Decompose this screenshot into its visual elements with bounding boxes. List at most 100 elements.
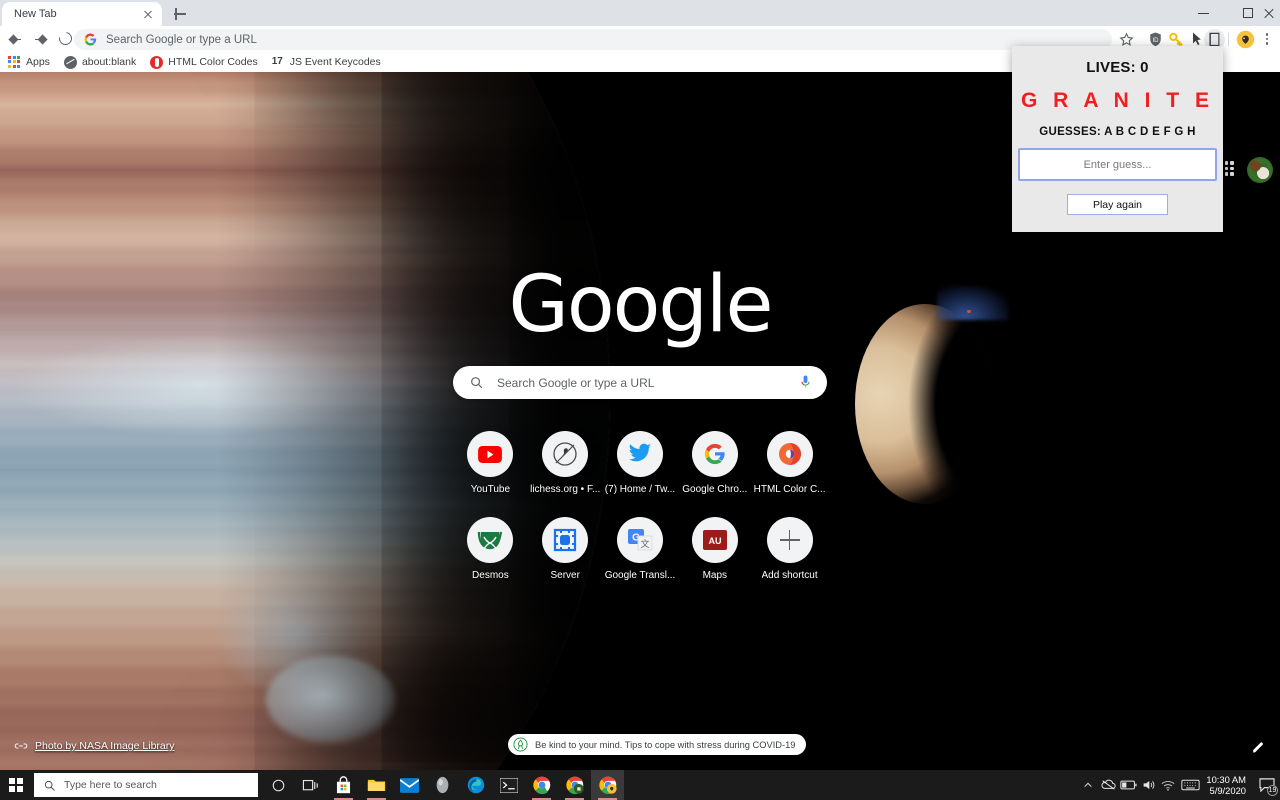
shortcuts-row: YouTube lichess.org • F... (7) Home / Tw… bbox=[453, 423, 827, 498]
search-icon bbox=[471, 377, 483, 389]
reload-icon[interactable] bbox=[56, 29, 76, 49]
bookmark-about-blank[interactable]: about:blank bbox=[58, 53, 142, 71]
html-color-codes-icon bbox=[766, 431, 813, 477]
avatar-icon[interactable] bbox=[1235, 29, 1256, 50]
close-window-button[interactable] bbox=[1258, 0, 1280, 26]
clock[interactable]: 10:30 AM 5/9/2020 bbox=[1206, 774, 1246, 796]
shortcut-html-color-codes[interactable]: HTML Color C... bbox=[752, 423, 827, 498]
bookmark-label: JS Event Keycodes bbox=[289, 56, 381, 68]
notification-count: 19 bbox=[1267, 785, 1278, 796]
notifications-button[interactable]: 19 bbox=[1254, 770, 1280, 800]
microsoft-edge-icon[interactable] bbox=[459, 770, 492, 800]
google-g-icon bbox=[84, 33, 97, 46]
unknown-gray-icon[interactable] bbox=[426, 770, 459, 800]
omnibox[interactable]: Search Google or type a URL bbox=[74, 29, 1112, 50]
apps-grid-icon bbox=[8, 55, 21, 69]
guesses-label: GUESSES: A B C D E F G H bbox=[1039, 126, 1196, 138]
taskbar-search-input[interactable]: Type here to search bbox=[34, 773, 258, 797]
play-again-button[interactable]: Play again bbox=[1067, 194, 1168, 215]
shortcut-label: Maps bbox=[702, 570, 728, 581]
shortcut-label: Google Transl... bbox=[604, 570, 676, 581]
battery-icon[interactable] bbox=[1118, 770, 1138, 800]
cortana-icon[interactable] bbox=[262, 770, 295, 800]
shortcut-google-chrome[interactable]: Google Chro... bbox=[677, 423, 752, 498]
chrome-icon[interactable] bbox=[525, 770, 558, 800]
windows-logo-icon bbox=[9, 778, 23, 792]
hangman-extension-popup: LIVES: 0 G R A N I T E GUESSES: A B C D … bbox=[1012, 46, 1223, 232]
shortcut-twitter[interactable]: (7) Home / Tw... bbox=[603, 423, 678, 498]
file-explorer-icon[interactable] bbox=[360, 770, 393, 800]
shortcut-label: Desmos bbox=[472, 570, 509, 581]
menu-icon[interactable] bbox=[1259, 29, 1275, 50]
photo-attribution[interactable]: Photo by NASA Image Library bbox=[14, 739, 175, 753]
shortcuts-grid: YouTube lichess.org • F... (7) Home / Tw… bbox=[453, 423, 827, 584]
desmos-icon bbox=[467, 517, 514, 563]
mail-icon[interactable] bbox=[393, 770, 426, 800]
shortcut-label: Server bbox=[550, 570, 580, 581]
avatar[interactable] bbox=[1247, 157, 1273, 183]
keyboard-icon[interactable] bbox=[1178, 770, 1202, 800]
secret-word-display: G R A N I T E bbox=[1021, 89, 1214, 112]
search-placeholder: Search Google or type a URL bbox=[497, 375, 655, 390]
new-tab-button[interactable] bbox=[170, 4, 190, 24]
tab-title: New Tab bbox=[14, 8, 57, 20]
microphone-icon[interactable] bbox=[799, 374, 812, 391]
windows-taskbar: Type here to search 10:30 AM 5/9/2020 19 bbox=[0, 770, 1280, 800]
covid-notice-text: Be kind to your mind. Tips to cope with … bbox=[535, 739, 796, 750]
chevron-up-icon[interactable] bbox=[1078, 770, 1098, 800]
shortcut-label: Google Chro... bbox=[682, 484, 748, 495]
google-logo: Google bbox=[508, 260, 773, 350]
globe-icon bbox=[63, 55, 77, 69]
back-icon[interactable] bbox=[6, 29, 26, 49]
maps-icon: AU bbox=[691, 517, 738, 563]
google-translate-icon: G 文 bbox=[616, 517, 663, 563]
omnibox-text: Search Google or type a URL bbox=[106, 33, 257, 46]
server-icon bbox=[542, 517, 589, 563]
bookmark-apps[interactable]: Apps bbox=[2, 53, 56, 71]
shortcut-label: lichess.org • F... bbox=[530, 484, 601, 495]
color-codes-icon bbox=[150, 55, 164, 69]
wifi-icon[interactable] bbox=[1158, 770, 1178, 800]
attribution-text[interactable]: Photo by NASA Image Library bbox=[35, 740, 175, 752]
ribbon-icon bbox=[513, 737, 528, 752]
forward-icon[interactable] bbox=[31, 29, 51, 49]
microsoft-store-icon[interactable] bbox=[327, 770, 360, 800]
link-icon bbox=[14, 739, 28, 753]
volume-icon[interactable] bbox=[1138, 770, 1158, 800]
shortcut-google-translate[interactable]: G 文 Google Transl... bbox=[603, 509, 678, 584]
shortcut-desmos[interactable]: Desmos bbox=[453, 509, 528, 584]
search-icon bbox=[44, 780, 55, 791]
shortcut-server[interactable]: Server bbox=[528, 509, 603, 584]
terminal-icon[interactable] bbox=[492, 770, 525, 800]
guess-input[interactable]: Enter guess... bbox=[1018, 148, 1217, 181]
bookmark-label: about:blank bbox=[81, 56, 137, 68]
add-shortcut-button[interactable]: Add shortcut bbox=[752, 509, 827, 584]
toolbar-divider bbox=[1228, 33, 1229, 46]
start-button[interactable] bbox=[0, 770, 32, 800]
system-tray: 10:30 AM 5/9/2020 19 bbox=[1078, 770, 1280, 800]
shortcut-label: YouTube bbox=[470, 484, 511, 495]
onedrive-icon[interactable] bbox=[1098, 770, 1118, 800]
chrome-extension-icon[interactable] bbox=[591, 770, 624, 800]
bookmark-html-color-codes[interactable]: HTML Color Codes bbox=[144, 53, 263, 71]
task-view-icon[interactable] bbox=[294, 770, 327, 800]
covid-notice-pill[interactable]: Be kind to your mind. Tips to cope with … bbox=[508, 734, 807, 755]
shortcut-maps[interactable]: AU Maps bbox=[677, 509, 752, 584]
search-input[interactable]: Search Google or type a URL bbox=[453, 366, 827, 399]
chrome-profile-dog-icon[interactable] bbox=[558, 770, 591, 800]
svg-text:AU: AU bbox=[708, 536, 721, 546]
youtube-icon bbox=[467, 431, 514, 477]
tab-strip: New Tab bbox=[0, 0, 1280, 26]
bookmark-js-event-keycodes[interactable]: 17 JS Event Keycodes bbox=[266, 53, 387, 71]
minimize-button[interactable] bbox=[1181, 0, 1226, 26]
close-icon[interactable] bbox=[140, 6, 156, 22]
customize-pencil-icon[interactable] bbox=[1250, 740, 1266, 756]
shortcut-label: Add shortcut bbox=[761, 570, 818, 581]
shortcut-youtube[interactable]: YouTube bbox=[453, 423, 528, 498]
twitter-icon bbox=[616, 431, 663, 477]
tab-new-tab[interactable]: New Tab bbox=[2, 2, 162, 26]
clock-date: 5/9/2020 bbox=[1209, 785, 1247, 796]
shortcut-lichess[interactable]: lichess.org • F... bbox=[528, 423, 603, 498]
shortcut-label: HTML Color C... bbox=[753, 484, 826, 495]
google-icon bbox=[691, 431, 738, 477]
